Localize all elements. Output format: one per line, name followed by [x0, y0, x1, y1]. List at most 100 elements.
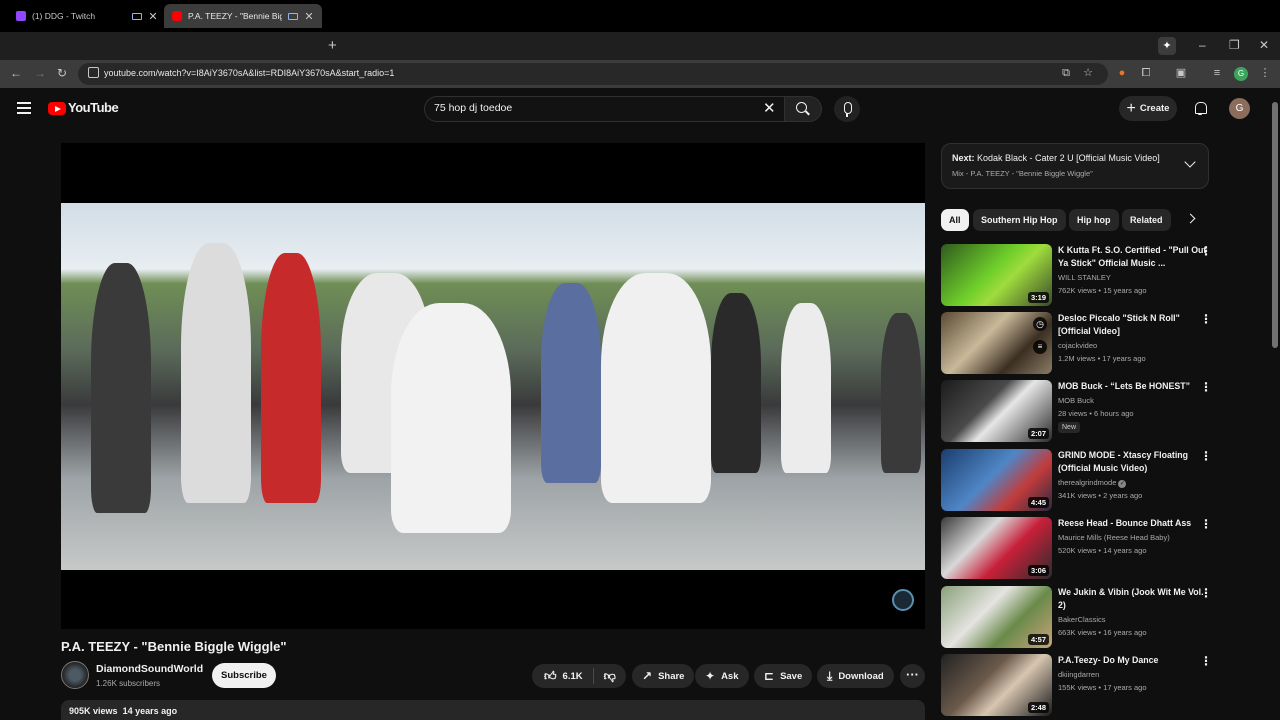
video-thumbnail[interactable]: 4:57	[941, 586, 1052, 648]
minimize-button[interactable]: –	[1199, 38, 1206, 52]
twitch-favicon-icon	[16, 11, 26, 21]
scrollbar-thumb[interactable]	[1272, 102, 1278, 348]
video-title[interactable]: Reese Head - Bounce Dhatt Ass	[1058, 517, 1208, 530]
tab-youtube[interactable]: P.A. TEEZY - "Bennie Biggle ✕	[164, 4, 322, 28]
subscribe-button[interactable]: Subscribe	[212, 663, 276, 688]
view-count: 905K views	[69, 706, 118, 716]
video-thumbnail[interactable]: 4:45	[941, 449, 1052, 511]
voice-search-icon[interactable]	[834, 96, 860, 122]
more-options-icon[interactable]: ⋮	[1200, 313, 1212, 325]
list-item[interactable]: 3:19 K Kutta Ft. S.O. Certified - "Pull …	[941, 244, 1212, 306]
tab-twitch[interactable]: (1) DDG - Twitch ✕	[8, 4, 166, 28]
channel-name[interactable]: Maurice Mills (Reese Head Baby)	[1058, 533, 1170, 542]
video-thumbnail[interactable]: 3:19	[941, 244, 1052, 306]
channel-watermark-icon[interactable]	[892, 589, 914, 611]
browser-menu-icon[interactable]: ⋮	[1259, 67, 1271, 79]
video-title[interactable]: P.A.Teezy- Do My Dance	[1058, 654, 1208, 667]
channel-name[interactable]: dkiingdarren	[1058, 670, 1099, 679]
chip-all[interactable]: All	[941, 209, 969, 231]
media-control-icon[interactable]: ≡	[1211, 67, 1223, 79]
channel-name[interactable]: therealgrindmode ✓	[1058, 478, 1127, 488]
download-icon: ⤓	[827, 668, 833, 683]
more-options-icon[interactable]: ⋮	[1200, 245, 1212, 257]
chevron-right-icon[interactable]	[1185, 213, 1196, 224]
video-title[interactable]: K Kutta Ft. S.O. Certified - "Pull Out Y…	[1058, 244, 1208, 269]
clear-search-icon[interactable]: ✕	[763, 99, 776, 117]
list-item[interactable]: 2:07 MOB Buck - “Lets Be HONEST” MOB Buc…	[941, 380, 1212, 442]
tab-search-icon[interactable]: ▣	[1175, 67, 1187, 79]
more-options-icon[interactable]: ⋮	[1200, 655, 1212, 667]
up-next-mix: Mix - P.A. TEEZY - "Bennie Biggle Wiggle…	[952, 169, 1093, 178]
list-item[interactable]: 2:48 P.A.Teezy- Do My Dance dkiingdarren…	[941, 654, 1212, 716]
more-options-icon[interactable]: ⋮	[1200, 381, 1212, 393]
window-close-button[interactable]: ✕	[1259, 38, 1269, 52]
save-button[interactable]: ⊏ Save	[754, 664, 813, 688]
reload-button[interactable]: ↻	[57, 66, 67, 80]
channel-name[interactable]: MOB Buck	[1058, 396, 1094, 405]
dislike-button[interactable]: 👎︎	[594, 669, 626, 684]
channel-name[interactable]: DiamondSoundWorld	[96, 663, 203, 675]
channel-name[interactable]: cojackvideo	[1058, 341, 1097, 350]
video-title[interactable]: We Jukin & Vibin (Jook Wit Me Vol. 2)	[1058, 586, 1208, 611]
like-button[interactable]: 👍︎ 6.1K	[532, 668, 594, 684]
add-to-queue-icon[interactable]: ≡	[1033, 340, 1047, 354]
list-item[interactable]: 4:57 We Jukin & Vibin (Jook Wit Me Vol. …	[941, 586, 1212, 648]
extension-icon[interactable]: ●	[1116, 67, 1128, 79]
tab-close-icon[interactable]: ✕	[148, 10, 158, 23]
description-box[interactable]	[61, 700, 925, 720]
list-item[interactable]: ◷ ≡ Desloc Piccalo "Stick N Roll" [Offic…	[941, 312, 1212, 374]
plus-icon: +	[1126, 99, 1136, 117]
channel-avatar[interactable]	[61, 661, 89, 689]
video-thumbnail[interactable]: ◷ ≡	[941, 312, 1052, 374]
up-next-panel[interactable]	[941, 143, 1209, 189]
video-stats: 663K views • 16 years ago	[1058, 628, 1147, 637]
more-options-icon[interactable]: ⋮	[1200, 587, 1212, 599]
channel-name[interactable]: BakerClassics	[1058, 615, 1106, 624]
upload-age: 14 years ago	[122, 706, 178, 716]
ask-label: Ask	[721, 670, 739, 682]
channel-name[interactable]: WILL STANLEY	[1058, 273, 1111, 282]
restore-button[interactable]: ❐	[1229, 38, 1240, 52]
url-text[interactable]: youtube.com/watch?v=I8AiY3670sA&list=RDI…	[104, 68, 394, 78]
search-query[interactable]: 75 hop dj toedoe	[434, 102, 512, 114]
list-item[interactable]: 4:45 GRIND MODE - Xtascy Floating (Offic…	[941, 449, 1212, 511]
more-options-icon[interactable]: ⋮	[1200, 518, 1212, 530]
video-thumbnail[interactable]: 3:06	[941, 517, 1052, 579]
video-player[interactable]	[61, 143, 925, 629]
install-app-icon[interactable]: ⧉	[1060, 67, 1072, 79]
up-next-title: Next: Kodak Black - Cater 2 U [Official …	[952, 153, 1160, 163]
notifications-bell-icon[interactable]	[1193, 101, 1207, 115]
new-badge: New	[1058, 422, 1081, 433]
video-title[interactable]: Desloc Piccalo "Stick N Roll" [Official …	[1058, 312, 1208, 337]
new-tab-button[interactable]: +	[328, 37, 337, 54]
account-avatar[interactable]: G	[1229, 98, 1250, 119]
create-button[interactable]: + Create	[1119, 96, 1177, 121]
tab-close-icon[interactable]: ✕	[304, 10, 314, 23]
video-thumbnail[interactable]: 2:48	[941, 654, 1052, 716]
site-info-icon[interactable]	[88, 67, 99, 78]
more-options-icon[interactable]: ⋮	[1200, 450, 1212, 462]
video-title[interactable]: GRIND MODE - Xtascy Floating (Official M…	[1058, 449, 1208, 474]
ask-button[interactable]: ✦ Ask	[695, 664, 749, 688]
video-stats: 520K views • 14 years ago	[1058, 546, 1147, 555]
chip-southern-hip-hop[interactable]: Southern Hip Hop	[973, 209, 1066, 231]
extensions-puzzle-icon[interactable]: ⧠	[1140, 67, 1152, 79]
gemini-icon[interactable]: ✦	[1158, 37, 1176, 55]
share-button[interactable]: ↗ Share	[632, 664, 695, 688]
watch-later-clock-icon[interactable]: ◷	[1033, 317, 1047, 331]
menu-icon[interactable]	[17, 102, 31, 114]
browser-profile-avatar[interactable]: G	[1234, 67, 1248, 81]
youtube-logo-icon[interactable]	[48, 102, 66, 115]
chip-related[interactable]: Related	[1122, 209, 1171, 231]
chip-hip-hop[interactable]: Hip hop	[1069, 209, 1119, 231]
download-button[interactable]: ⤓ Download	[817, 664, 894, 688]
list-item[interactable]: 3:06 Reese Head - Bounce Dhatt Ass Mauri…	[941, 517, 1212, 579]
video-thumbnail[interactable]: 2:07	[941, 380, 1052, 442]
youtube-logo-text[interactable]: YouTube	[68, 100, 119, 115]
forward-button[interactable]: →	[34, 66, 46, 80]
more-actions-icon[interactable]: ···	[900, 664, 925, 688]
bookmark-star-icon[interactable]: ☆	[1082, 67, 1094, 79]
back-button[interactable]: ←	[10, 66, 22, 80]
video-title[interactable]: MOB Buck - “Lets Be HONEST”	[1058, 380, 1208, 393]
video-duration: 2:48	[1027, 702, 1049, 713]
